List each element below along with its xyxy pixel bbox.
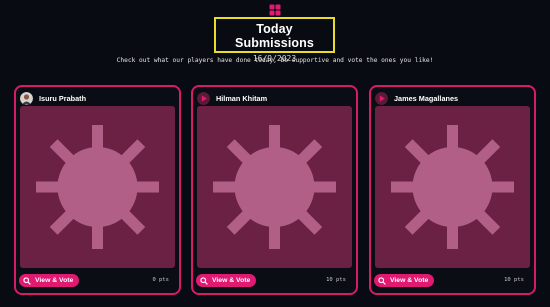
sun-placeholder-icon — [213, 125, 336, 249]
submission-image[interactable] — [375, 106, 530, 268]
user-photo-avatar — [20, 91, 33, 105]
points-badge: 0 pts — [152, 277, 169, 283]
search-icon — [378, 276, 386, 285]
view-vote-button[interactable]: View & Vote — [196, 274, 256, 287]
submission-card: Isuru Prabath View & Vote 0 pts — [14, 85, 181, 295]
view-vote-button[interactable]: View & Vote — [374, 274, 434, 287]
page-subtitle: Check out what our players have done tod… — [116, 57, 434, 64]
view-vote-label: View & Vote — [212, 277, 251, 284]
card-author-name: James Magallanes — [394, 93, 459, 103]
submission-card: Hilman Khitam View & Vote 10 pts — [191, 85, 358, 295]
submission-image[interactable] — [197, 106, 352, 268]
app-logo-icon — [269, 4, 281, 16]
play-avatar-icon — [375, 91, 388, 105]
header-box: Today Submissions 16/9/2023 — [214, 17, 335, 63]
search-icon — [200, 276, 208, 285]
card-header: James Magallanes — [375, 91, 458, 105]
points-badge: 10 pts — [326, 277, 346, 283]
sun-placeholder-icon — [36, 125, 159, 249]
view-vote-label: View & Vote — [35, 277, 74, 284]
submission-card: James Magallanes View & Vote 10 pts — [369, 85, 536, 295]
points-badge: 10 pts — [504, 277, 524, 283]
view-vote-button[interactable]: View & Vote — [19, 274, 79, 287]
page-title: Today Submissions — [235, 22, 314, 50]
view-vote-label: View & Vote — [390, 277, 429, 284]
card-header: Hilman Khitam — [197, 91, 267, 105]
play-avatar-icon — [197, 91, 210, 105]
card-author-name: Isuru Prabath — [39, 93, 87, 103]
card-author-name: Hilman Khitam — [216, 93, 268, 103]
sun-placeholder-icon — [391, 125, 514, 249]
submission-image[interactable] — [20, 106, 175, 268]
card-header: Isuru Prabath — [20, 91, 86, 105]
search-icon — [23, 276, 31, 285]
